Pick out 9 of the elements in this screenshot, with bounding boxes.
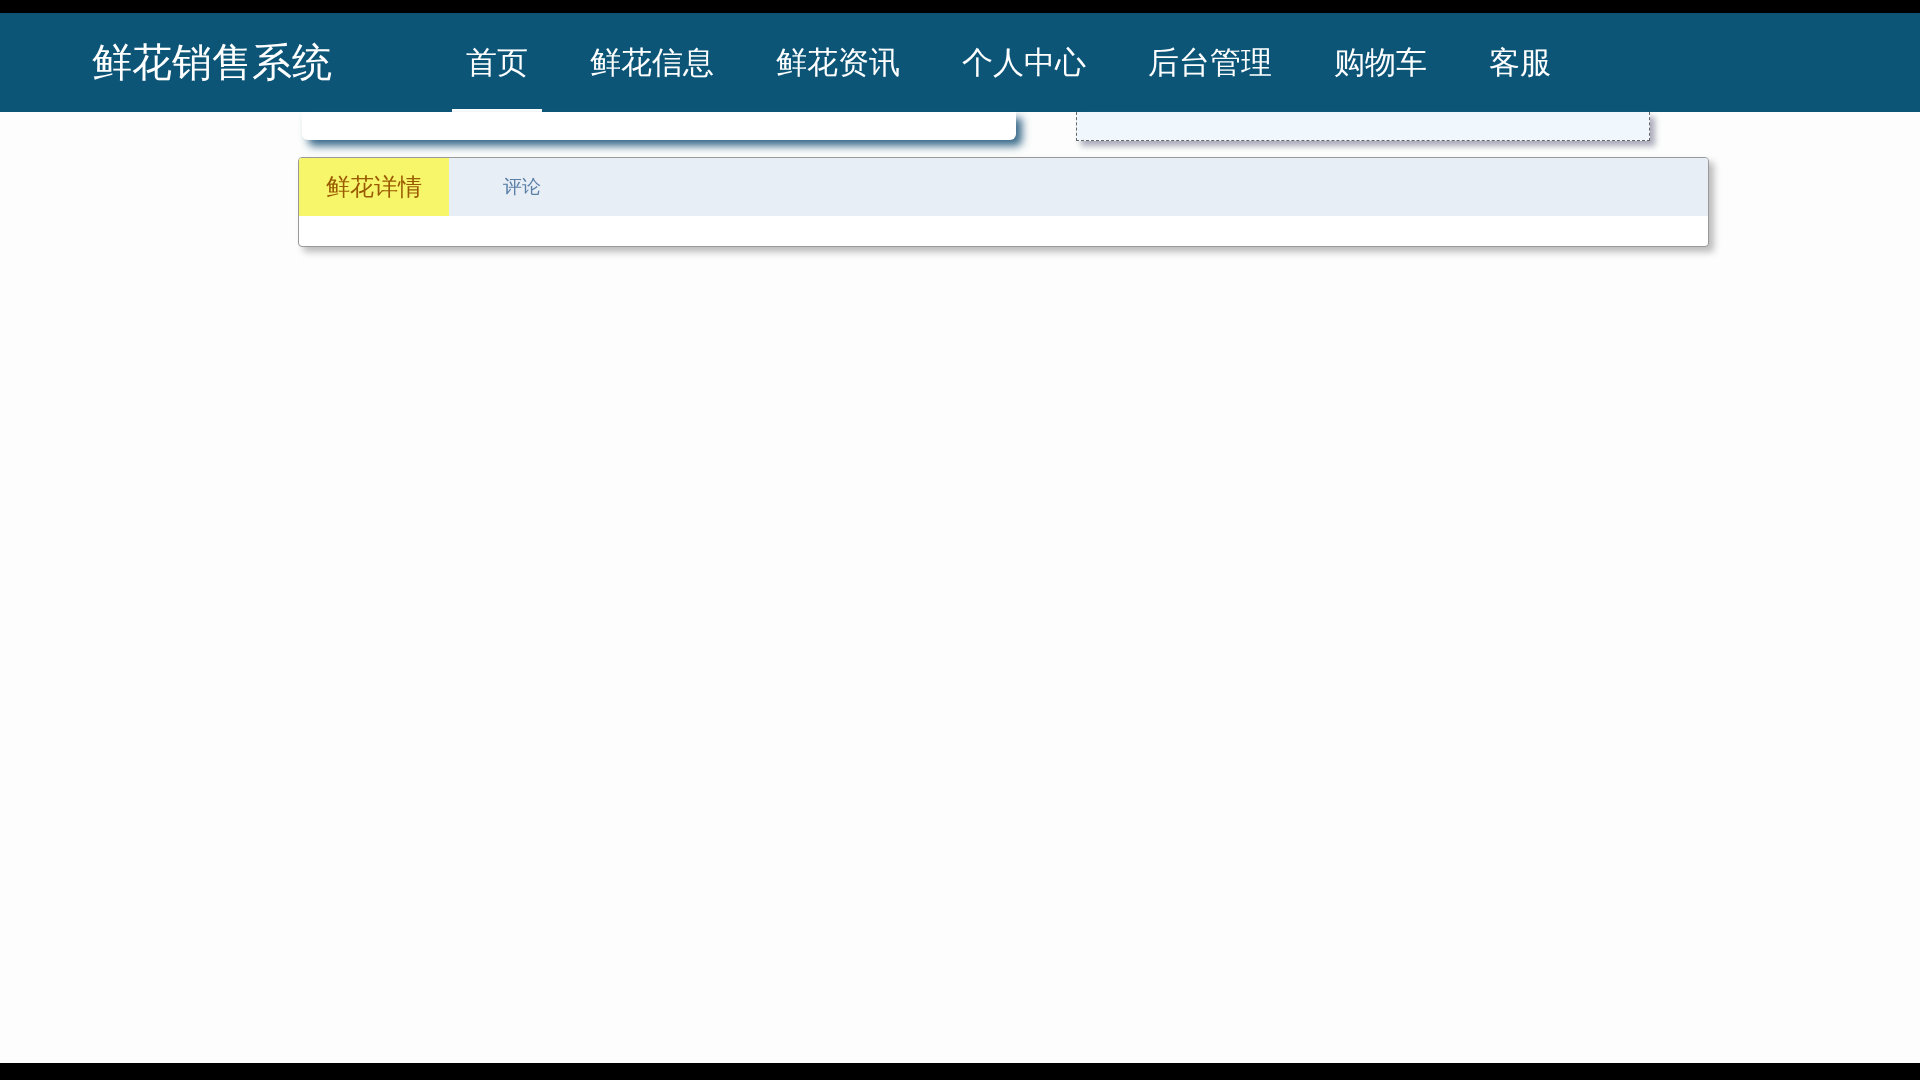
nav-link[interactable]: 客服 — [1475, 13, 1565, 112]
nav-link[interactable]: 购物车 — [1320, 13, 1441, 112]
nav-link[interactable]: 鲜花资讯 — [762, 13, 914, 112]
site-title: 鲜花销售系统 — [92, 38, 333, 87]
nav-link[interactable]: 鲜花信息 — [576, 13, 728, 112]
nav-link[interactable]: 个人中心 — [948, 13, 1100, 112]
nav-link[interactable]: 后台管理 — [1134, 13, 1286, 112]
tab[interactable]: 鲜花详情 — [299, 158, 449, 216]
tab[interactable]: 评论 — [449, 158, 594, 216]
